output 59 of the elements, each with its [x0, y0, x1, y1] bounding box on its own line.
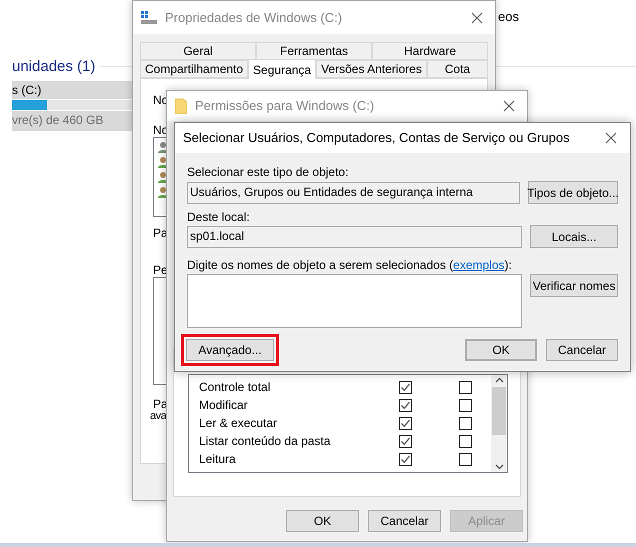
advanced-button[interactable]: Avançado... — [186, 339, 274, 361]
checkbox[interactable] — [399, 452, 412, 466]
checkbox[interactable] — [399, 434, 412, 448]
locations-button[interactable]: Locais... — [530, 225, 618, 248]
close-icon[interactable] — [471, 12, 483, 24]
scroll-thumb[interactable] — [492, 387, 506, 435]
window-title: Permissões para Windows (C:) — [195, 97, 374, 116]
checkbox[interactable] — [459, 434, 472, 448]
tab[interactable]: Geral — [140, 42, 256, 60]
tab[interactable]: Segurança — [248, 59, 316, 79]
tab[interactable]: Compartilhamento — [140, 60, 248, 78]
tab[interactable]: Ferramentas — [256, 42, 372, 60]
close-icon[interactable] — [503, 100, 515, 112]
tab[interactable]: Hardware — [372, 42, 488, 60]
cancel-button[interactable]: Cancelar — [546, 339, 618, 361]
drive-icon — [141, 10, 157, 24]
checkbox[interactable] — [459, 416, 472, 430]
checkbox[interactable] — [459, 380, 472, 394]
checkbox[interactable] — [399, 398, 412, 412]
drive-item[interactable]: s (C:) vre(s) de 460 GB — [12, 81, 134, 131]
object-type-field: Usuários, Grupos ou Entidades de segurança interna — [187, 182, 520, 204]
object-names-field[interactable] — [187, 274, 522, 328]
permission-name: Modificar — [199, 397, 249, 414]
field-label: Selecionar este tipo de objeto: — [187, 164, 350, 179]
location-field: sp01.local — [187, 226, 522, 248]
permission-name: Listar conteúdo da pasta — [199, 433, 332, 450]
user-icon — [157, 186, 169, 198]
field-label: Deste local: — [187, 209, 251, 224]
checkbox[interactable] — [399, 380, 412, 394]
permission-name: Ler & executar — [199, 415, 278, 432]
object-types-button[interactable]: Tipos de objeto... — [528, 181, 618, 204]
scroll-up-icon[interactable] — [494, 377, 504, 383]
close-icon[interactable] — [605, 132, 617, 144]
examples-link[interactable]: exemplos — [453, 256, 505, 272]
window-title: Propriedades de Windows (C:) — [165, 8, 342, 27]
folder-icon — [175, 98, 187, 114]
header-text: eos — [498, 8, 519, 26]
section-title: unidades (1) — [12, 57, 96, 77]
permission-name: Controle total — [199, 379, 272, 396]
scroll-down-icon[interactable] — [494, 464, 504, 470]
user-icon — [157, 171, 169, 183]
dialog-button[interactable]: Cancelar — [368, 510, 441, 532]
tab[interactable]: Versões Anteriores — [316, 60, 427, 78]
scrollbar[interactable] — [491, 375, 507, 472]
note-text: ava — [150, 409, 166, 424]
field-label: ): — [504, 257, 512, 272]
field-label: Digite os nomes de objeto a serem selecionados ( — [187, 257, 454, 272]
checkbox[interactable] — [459, 398, 472, 412]
ok-button[interactable]: OK — [465, 339, 537, 361]
permission-name: Leitura — [199, 451, 237, 468]
free-space-text: vre(s) de 460 GB — [12, 112, 104, 129]
dialog-title: Selecionar Usuários, Computadores, Contas de Serviço ou Grupos — [183, 129, 570, 148]
checkbox[interactable] — [459, 452, 472, 466]
checkbox[interactable] — [399, 416, 412, 430]
user-icon — [157, 156, 169, 168]
tab[interactable]: Cota — [426, 60, 488, 78]
dialog-button[interactable]: OK — [286, 510, 359, 532]
user-icon — [157, 141, 169, 153]
check-names-button[interactable]: Verificar nomes — [530, 274, 618, 297]
